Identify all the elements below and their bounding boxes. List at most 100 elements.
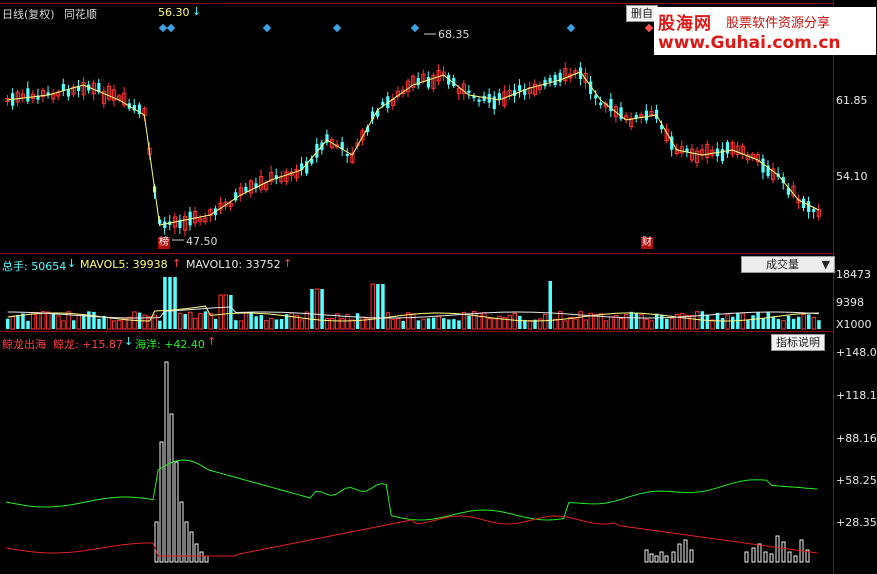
volume-bar bbox=[695, 311, 700, 330]
volume-bar bbox=[269, 318, 274, 330]
volume-bar bbox=[660, 314, 664, 329]
indicator-bar bbox=[174, 461, 179, 563]
candle-body bbox=[543, 79, 547, 87]
volume-bar bbox=[92, 311, 96, 329]
volume-bar bbox=[593, 314, 599, 330]
watermark-title: 股海网 bbox=[658, 14, 712, 34]
volume-bar bbox=[16, 314, 20, 329]
indicator-bar bbox=[199, 551, 204, 563]
volume-bar bbox=[740, 312, 746, 330]
signal-diamond-icon bbox=[166, 23, 176, 33]
volume-bar bbox=[639, 314, 644, 330]
volume-bar bbox=[654, 313, 659, 329]
mavol5-up-arrow-icon: ↑ bbox=[172, 257, 182, 270]
volume-bar bbox=[82, 314, 86, 329]
period-label[interactable]: 日线(复权) bbox=[2, 6, 55, 22]
volume-bar bbox=[558, 311, 563, 330]
indicator-bar bbox=[793, 555, 798, 563]
current-price: 56.30 bbox=[158, 6, 190, 19]
volume-bar bbox=[817, 320, 821, 329]
indicator-name[interactable]: 鲸龙出海 bbox=[2, 336, 46, 352]
candle-body bbox=[416, 77, 420, 86]
signal-diamond-icon bbox=[158, 23, 168, 33]
candle-body bbox=[477, 99, 481, 102]
jinglong-line bbox=[5, 515, 818, 557]
volume-bar bbox=[807, 314, 811, 329]
volume-bar bbox=[482, 312, 487, 330]
volume-bar bbox=[684, 314, 690, 330]
indicator-bar bbox=[644, 549, 649, 563]
volume-bar bbox=[421, 318, 426, 330]
volume-bar bbox=[766, 312, 770, 329]
indicator-bar bbox=[671, 551, 676, 563]
volume-indicator-dropdown[interactable]: 成交量 ▼ bbox=[741, 256, 835, 273]
volume-bar bbox=[51, 313, 56, 329]
volume-bar bbox=[431, 317, 436, 329]
volume-bar bbox=[725, 314, 730, 330]
signal-diamond-icon bbox=[262, 23, 272, 33]
volume-bar bbox=[746, 319, 750, 329]
volume-bar bbox=[122, 318, 127, 330]
volume-bar bbox=[274, 319, 279, 329]
volume-bar bbox=[776, 319, 781, 329]
volume-bar bbox=[665, 318, 669, 329]
watermark-url: www.Guhai.com.cn bbox=[658, 33, 841, 53]
volume-bar bbox=[385, 312, 391, 330]
indicator-bar bbox=[204, 555, 209, 563]
volume-bar bbox=[193, 317, 198, 330]
volume-bar bbox=[629, 311, 634, 329]
total-down-arrow-icon: ↓ bbox=[67, 257, 77, 270]
signal-diamonds bbox=[158, 23, 654, 33]
mavol10-up-arrow-icon: ↑ bbox=[283, 257, 293, 270]
finance-marker-icon[interactable]: 财 bbox=[641, 237, 653, 249]
volume-bar bbox=[117, 320, 122, 330]
candle-body bbox=[163, 221, 167, 229]
indicator-axis-tick: +58.25 bbox=[836, 474, 877, 487]
haiyang-up-arrow-icon: ↑ bbox=[207, 335, 217, 348]
candle-body bbox=[482, 95, 486, 101]
volume-bar bbox=[223, 294, 229, 330]
volume-bar bbox=[218, 294, 223, 330]
signal-diamond-icon bbox=[566, 23, 576, 33]
volume-bar bbox=[518, 315, 522, 329]
volume-bar bbox=[310, 289, 314, 329]
volume-bar bbox=[527, 319, 533, 330]
volume-bar bbox=[6, 318, 10, 329]
candle-body bbox=[492, 96, 496, 110]
indicator-bar bbox=[169, 413, 174, 563]
volume-bar bbox=[731, 316, 735, 329]
volume-bar bbox=[624, 314, 629, 330]
volume-bar bbox=[111, 320, 117, 330]
volume-bar bbox=[279, 318, 284, 329]
indicator-bar bbox=[757, 543, 762, 563]
candlestick-series bbox=[5, 33, 821, 241]
volume-bar bbox=[507, 314, 512, 330]
indicator-bar bbox=[689, 549, 694, 563]
candle-body bbox=[426, 77, 431, 88]
volume-bar bbox=[563, 320, 568, 330]
volume-bar bbox=[679, 313, 685, 330]
volume-bar bbox=[720, 317, 725, 329]
dropdown-label: 成交量 bbox=[766, 258, 799, 271]
volume-bar bbox=[254, 316, 258, 329]
volume-axis-tick: 9398 bbox=[836, 296, 864, 309]
volume-bar bbox=[395, 318, 401, 330]
indicator-bar bbox=[654, 555, 659, 563]
volume-bar bbox=[771, 317, 776, 329]
right-axis-divider bbox=[833, 0, 834, 574]
volume-bar bbox=[213, 318, 218, 329]
volume-bar bbox=[471, 311, 477, 330]
candle-body bbox=[720, 149, 725, 162]
indicator-lines bbox=[5, 459, 818, 557]
indicator-bar bbox=[677, 543, 682, 563]
candle-body bbox=[761, 158, 765, 173]
list-marker-icon[interactable]: 榜 bbox=[158, 237, 170, 249]
volume-bar bbox=[710, 319, 715, 330]
volume-bar bbox=[234, 320, 238, 329]
total-volume-label: 总手: 50654 bbox=[2, 260, 67, 273]
low-price-label: 47.50 bbox=[186, 235, 218, 248]
volume-bar bbox=[618, 318, 624, 330]
volume-bar bbox=[299, 319, 305, 330]
indicator-help-button[interactable]: 指标说明 bbox=[771, 334, 825, 351]
candle-body bbox=[644, 110, 649, 121]
